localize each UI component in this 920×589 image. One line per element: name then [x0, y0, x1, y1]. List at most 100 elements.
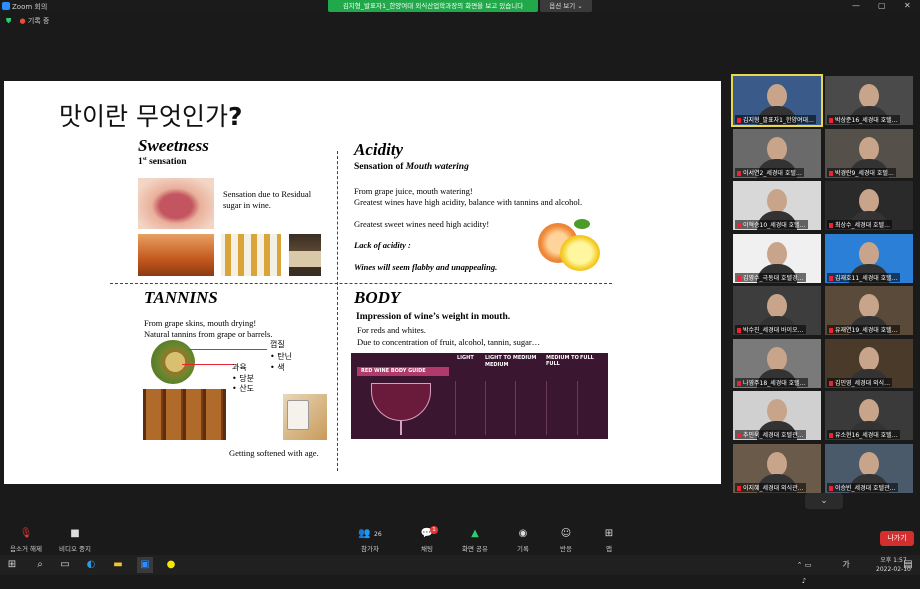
participant-face: [767, 294, 787, 318]
wbg-divider: [546, 381, 547, 435]
participant-tile[interactable]: 이혁승10_세경대 호텔…: [733, 181, 821, 230]
participant-face: [859, 84, 879, 108]
body-line-2: For reds and whites.: [357, 325, 426, 335]
chat-icon: 💬: [420, 528, 434, 539]
participant-face: [767, 451, 787, 476]
zoom-taskbar-icon[interactable]: ▣: [137, 557, 153, 573]
mic-muted-icon: [829, 223, 833, 228]
search-icon[interactable]: ⌕: [32, 557, 48, 573]
glass-stem-icon: [400, 421, 402, 435]
share-screen-button[interactable]: ▲ 화면 공유: [455, 528, 495, 553]
mic-muted-icon: [829, 380, 833, 386]
view-options-button[interactable]: 옵션 보기 ⌄: [540, 0, 592, 12]
record-icon: ◉: [518, 528, 528, 539]
tray-icons[interactable]: ⌃ ▭ ♪: [796, 557, 812, 585]
participant-tile[interactable]: 유재연19_세경대 호텔…: [825, 286, 913, 335]
wbg-divider: [515, 381, 516, 435]
window-title: Zoom 회의: [12, 3, 48, 11]
participant-name: 박경란9_세경대 호텔…: [827, 167, 896, 177]
participant-tile[interactable]: 박수진_세경대 바이오…: [733, 286, 821, 335]
video-icon: ■: [70, 528, 80, 539]
horizontal-divider: [110, 283, 612, 284]
stop-video-button[interactable]: ■ 비디오 중지: [55, 528, 95, 553]
leave-button[interactable]: 나가기: [880, 531, 914, 546]
sweetness-heading: Sweetness: [138, 136, 209, 155]
windows-start-icon[interactable]: ⊞: [4, 557, 20, 573]
tannins-footer: Getting softened with age.: [229, 448, 319, 458]
tannin-powder-image: [283, 394, 327, 440]
participant-tile[interactable]: 박경란9_세경대 호텔…: [825, 128, 913, 178]
participant-face: [859, 241, 879, 266]
mic-muted-icon: 🎙: [19, 528, 33, 539]
participant-name: 김재호11_세경대 호텔…: [827, 272, 900, 282]
participant-tile[interactable]: 김지형_발표자1_한양여대…: [731, 74, 823, 127]
task-view-icon[interactable]: ▭: [57, 557, 73, 573]
vertical-divider: [337, 151, 338, 471]
reactions-button[interactable]: ☺ 반응: [546, 528, 586, 553]
participant-tile[interactable]: 김민영_세경대 외식…: [825, 338, 913, 388]
wine-glass-icon: [371, 383, 431, 421]
record-button[interactable]: ◉ 기록: [503, 528, 543, 553]
mic-muted-icon: [829, 275, 833, 281]
zoom-logo-icon: [2, 2, 10, 10]
participant-tile[interactable]: 최상수_세경대 호텔…: [825, 181, 913, 230]
maximize-button[interactable]: ▢: [878, 1, 886, 10]
participant-tile[interactable]: 나영주18_세경대 호텔…: [733, 338, 821, 388]
participant-name: 김지형_발표자1_한양여대…: [735, 115, 817, 124]
participant-tile[interactable]: 김재호11_세경대 호텔…: [825, 233, 913, 283]
reactions-icon: ☺: [560, 528, 572, 539]
mic-muted-icon: [737, 275, 741, 281]
participant-tile[interactable]: 추민욱_세경대 호텔관…: [733, 391, 821, 440]
recording-indicator: ⛊ ● 기록 중: [6, 16, 49, 26]
apps-button[interactable]: ⊞ 앱: [589, 528, 629, 553]
barrels-image: [143, 389, 226, 440]
mic-muted-icon: [737, 433, 741, 438]
sauternes-bottles-image: [221, 234, 281, 276]
participant-tile[interactable]: 이서연2_세경대 호텔…: [733, 128, 821, 178]
unmute-button[interactable]: 🎙 음소거 해제: [6, 528, 46, 553]
ko-peel-label: 껍질: [270, 340, 285, 349]
acidity-line-2: Greatest wines have high acidity, balanc…: [354, 197, 583, 207]
acidity-heading: Acidity: [354, 140, 404, 159]
ko-peel-list: • 탄닌 • 색: [270, 352, 292, 372]
participant-face: [767, 189, 787, 213]
chat-button[interactable]: 💬 채팅: [407, 528, 447, 553]
acidity-line-1: From grape juice, mouth watering!: [354, 186, 473, 196]
participant-name: 김영수_극동대 호텔경…: [735, 272, 806, 282]
tannins-line-1: From grape skins, mouth drying!: [144, 318, 257, 328]
participant-tile[interactable]: 김영수_극동대 호텔경…: [733, 233, 821, 283]
participant-face: [859, 136, 879, 161]
participant-face: [859, 451, 879, 476]
participant-tile[interactable]: 유소현16_세경대 호텔…: [825, 391, 913, 440]
participant-name: 이서연2_세경대 호텔…: [735, 167, 804, 177]
participant-tile[interactable]: 이승빈_세경대 호텔관…: [825, 443, 913, 493]
participants-button[interactable]: 👥 26 참가자: [350, 528, 390, 553]
ime-indicator[interactable]: 가: [838, 557, 854, 573]
slide-title: 맛이란 무엇인가?: [59, 102, 243, 131]
system-clock[interactable]: 오후 1:57 2022-02-10: [876, 556, 911, 574]
pointer-line-pulp: [182, 364, 234, 365]
edge-icon[interactable]: ◐: [83, 557, 99, 573]
participant-name: 추민욱_세경대 호텔관…: [735, 430, 806, 439]
wbg-col-light-medium: LIGHT TO MEDIUM: [485, 355, 537, 361]
participant-name: 유소현16_세경대 호텔…: [827, 430, 900, 439]
mic-muted-icon: [737, 328, 741, 333]
close-button[interactable]: ✕: [904, 1, 911, 10]
participant-name: 김민영_세경대 외식…: [827, 377, 893, 387]
red-wine-body-guide-chart: RED WINE BODY GUIDE LIGHT LIGHT TO MEDIU…: [351, 353, 608, 439]
shield-icon[interactable]: ⛊: [6, 17, 11, 25]
kakaotalk-icon[interactable]: ●: [163, 557, 179, 573]
recording-label: 기록 중: [27, 17, 50, 25]
chat-badge: 1: [430, 526, 438, 534]
participant-face: [859, 399, 879, 423]
file-explorer-icon[interactable]: ▬: [110, 557, 126, 573]
participant-tile[interactable]: 박상준16_세경대 호텔…: [825, 76, 913, 125]
port-bottle-image: [289, 234, 321, 276]
minimize-button[interactable]: —: [852, 1, 860, 10]
mic-muted-icon: [829, 485, 833, 491]
participant-face: [767, 346, 787, 371]
gallery-next-button[interactable]: ⌄: [805, 493, 843, 509]
sweetness-desc-2: sugar in wine.: [223, 200, 271, 210]
participant-tile[interactable]: 이지혜_세경대 외식관…: [733, 443, 821, 493]
mic-muted-icon: [737, 485, 741, 491]
